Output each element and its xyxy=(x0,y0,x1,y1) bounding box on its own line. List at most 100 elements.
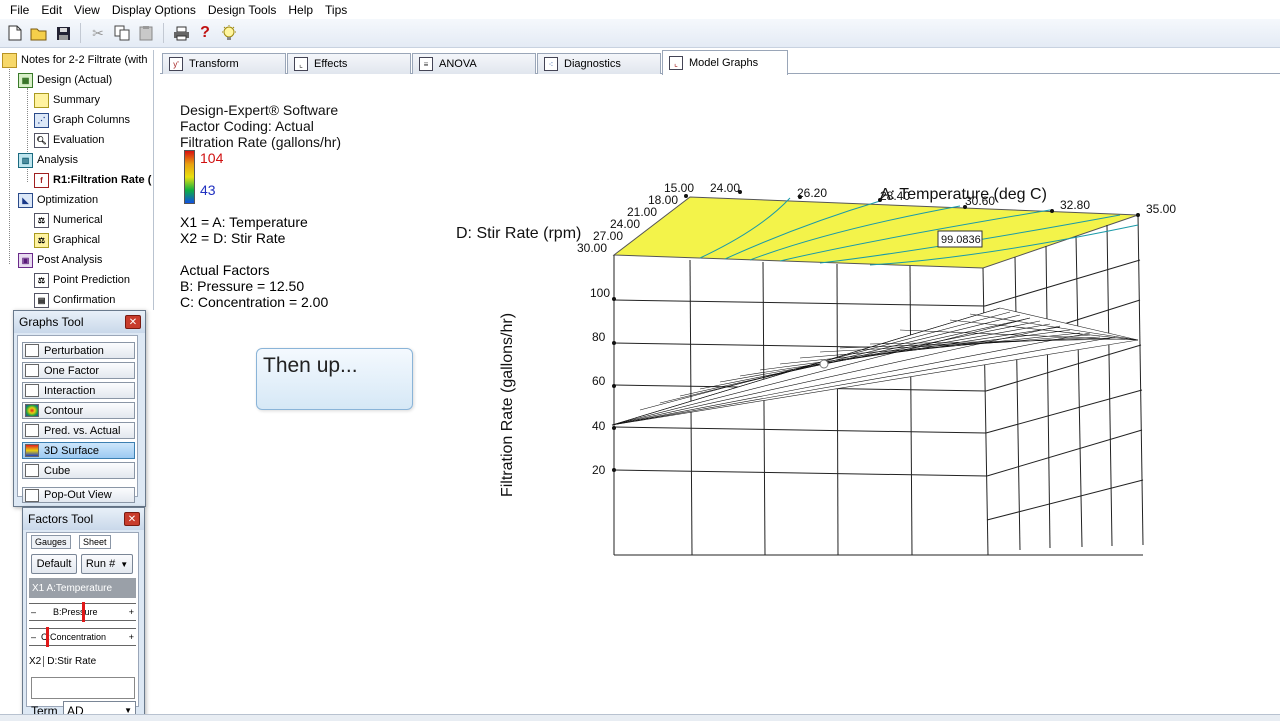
cut-icon[interactable]: ✂ xyxy=(87,22,109,44)
tip-bulb-icon[interactable] xyxy=(218,22,240,44)
tree-item-summary[interactable]: Summary xyxy=(34,91,100,109)
pred-vs-actual-icon xyxy=(25,424,39,437)
term-detail-box xyxy=(31,677,135,699)
menu-help[interactable]: Help xyxy=(282,3,319,17)
tab-strip: y' Transform ⌞ Effects ≡ ANOVA ⁖ Diagnostics… xyxy=(160,50,1280,75)
close-icon[interactable]: ✕ xyxy=(124,512,140,526)
pop-out-view-button[interactable]: Pop-Out View xyxy=(22,487,135,503)
tab-diagnostics[interactable]: ⁖ Diagnostics xyxy=(537,53,661,74)
analysis-icon: ▥ xyxy=(18,152,33,168)
open-folder-icon[interactable] xyxy=(28,22,50,44)
cube-icon xyxy=(25,464,39,477)
print-icon[interactable] xyxy=(170,22,192,44)
menu-file[interactable]: File xyxy=(4,3,35,17)
pressure-gauge[interactable]: – B:Pressure + xyxy=(29,602,136,622)
tab-transform[interactable]: y' Transform xyxy=(162,53,286,74)
run-dropdown[interactable]: Run # ▼ xyxy=(81,554,133,574)
perturbation-button[interactable]: Perturbation xyxy=(22,342,135,359)
button-label: Pred. vs. Actual xyxy=(44,424,121,437)
z-tick-label: 20 xyxy=(592,463,606,477)
tree-item-confirmation[interactable]: ▤ Confirmation xyxy=(34,291,115,309)
cube-button[interactable]: Cube xyxy=(22,462,135,479)
factor-row-stir-rate[interactable]: X2 D:Stir Rate xyxy=(29,651,136,671)
menu-design-tools[interactable]: Design Tools xyxy=(202,3,282,17)
button-label: Contour xyxy=(44,404,84,417)
tree-root-label: Notes for 2-2 Filtrate (with xyxy=(21,54,148,66)
concentration-gauge[interactable]: – C:Concentration + xyxy=(29,627,136,647)
tree-item-label: Post Analysis xyxy=(37,254,103,266)
graphs-tool-window[interactable]: Graphs Tool ✕ Perturbation One Factor In… xyxy=(13,310,146,507)
toolbar: ✂ ? xyxy=(0,19,1280,48)
diagnostics-icon: ⁖ xyxy=(544,57,558,71)
tree-item-optimization[interactable]: ◣ Optimization xyxy=(18,191,98,209)
button-label: 3D Surface xyxy=(44,444,100,457)
menu-view[interactable]: View xyxy=(68,3,106,17)
copy-icon[interactable] xyxy=(111,22,133,44)
tree-item-label: Confirmation xyxy=(53,294,116,306)
tab-model-graphs[interactable]: ⌞ Model Graphs xyxy=(662,50,788,75)
save-icon[interactable] xyxy=(52,22,74,44)
contour-button[interactable]: Contour xyxy=(22,402,135,419)
tree-item-label: Graph Columns xyxy=(53,114,131,126)
concentration-value: C: Concentration = 2.00 xyxy=(180,294,329,310)
y-axis-title: D: Stir Rate (rpm) xyxy=(456,225,582,242)
concentration-slider-handle[interactable] xyxy=(46,627,49,647)
transform-icon: y' xyxy=(169,57,183,71)
tree-root[interactable]: Notes for 2-2 Filtrate (with xyxy=(2,51,148,69)
x2-label: X2 = D: Stir Rate xyxy=(180,230,286,246)
button-label: Perturbation xyxy=(44,344,104,357)
tree-line xyxy=(9,64,10,264)
menu-tips[interactable]: Tips xyxy=(319,3,353,17)
menu-edit[interactable]: Edit xyxy=(35,3,68,17)
actual-factors: Actual Factors B: Pressure = 12.50 C: Co… xyxy=(180,262,328,310)
help-icon[interactable]: ? xyxy=(194,22,216,44)
one-factor-button[interactable]: One Factor xyxy=(22,362,135,379)
close-icon[interactable]: ✕ xyxy=(125,315,141,329)
chevron-down-icon: ▼ xyxy=(120,559,129,569)
tree-item-response[interactable]: f R1:Filtration Rate ( xyxy=(34,171,151,189)
minus-label: – xyxy=(31,607,37,617)
tab-sheet[interactable]: Sheet xyxy=(79,535,111,549)
design-point-marker[interactable] xyxy=(819,359,829,369)
anova-icon: ≡ xyxy=(419,57,433,71)
new-file-icon[interactable] xyxy=(4,22,26,44)
toolbar-separator xyxy=(163,23,164,43)
model-graphs-icon: ⌞ xyxy=(669,56,683,70)
tab-effects[interactable]: ⌞ Effects xyxy=(287,53,411,74)
software-label: Design-Expert® Software xyxy=(180,102,339,118)
tree-item-analysis[interactable]: ▥ Analysis xyxy=(18,151,78,169)
surface-plot[interactable]: 100 80 60 40 20 24.00 26.20 28.40 30.60 … xyxy=(440,150,1200,570)
button-label: One Factor xyxy=(44,364,100,377)
interaction-button[interactable]: Interaction xyxy=(22,382,135,399)
perturbation-icon xyxy=(25,344,39,357)
tree-item-numerical[interactable]: ⚖ Numerical xyxy=(34,211,103,229)
pred-vs-actual-button[interactable]: Pred. vs. Actual xyxy=(22,422,135,439)
default-button[interactable]: Default xyxy=(31,554,77,574)
tab-anova[interactable]: ≡ ANOVA xyxy=(412,53,536,74)
z-tick-label: 80 xyxy=(592,330,606,344)
menu-display-options[interactable]: Display Options xyxy=(106,3,202,17)
gauge-label: B:Pressure xyxy=(53,607,98,617)
design-grid-icon: ▦ xyxy=(18,72,33,88)
tree-item-graph-columns[interactable]: ⋰ Graph Columns xyxy=(34,111,130,129)
x-tick-label: 24.00 xyxy=(710,181,740,195)
tree-item-point-prediction[interactable]: ⚖ Point Prediction xyxy=(34,271,130,289)
tab-label: Transform xyxy=(189,58,239,70)
x1-label: X1 = A: Temperature xyxy=(180,214,308,230)
button-label: Cube xyxy=(44,464,71,477)
tree-item-graphical[interactable]: ⚖ Graphical xyxy=(34,231,100,249)
graphs-tool-body: Perturbation One Factor Interaction Cont… xyxy=(17,335,138,503)
3d-surface-button[interactable]: 3D Surface xyxy=(22,442,135,459)
tree-item-label: Graphical xyxy=(53,234,101,246)
factors-tool-window[interactable]: Factors Tool ✕ Gauges Sheet Default Run … xyxy=(22,507,145,721)
tree-item-label: Numerical xyxy=(53,214,103,226)
tree-item-design[interactable]: ▦ Design (Actual) xyxy=(18,71,112,89)
tree-item-evaluation[interactable]: 🔍︎ Evaluation xyxy=(34,131,104,149)
paste-icon[interactable] xyxy=(135,22,157,44)
project-tree: Notes for 2-2 Filtrate (with ▦ Design (A… xyxy=(0,50,154,310)
factor-row-temperature[interactable]: X1 A:Temperature xyxy=(29,578,136,598)
pressure-slider-handle[interactable] xyxy=(82,602,85,622)
color-legend-bar xyxy=(184,150,195,204)
tree-item-post-analysis[interactable]: ▣ Post Analysis xyxy=(18,251,102,269)
tab-gauges[interactable]: Gauges xyxy=(31,535,71,549)
